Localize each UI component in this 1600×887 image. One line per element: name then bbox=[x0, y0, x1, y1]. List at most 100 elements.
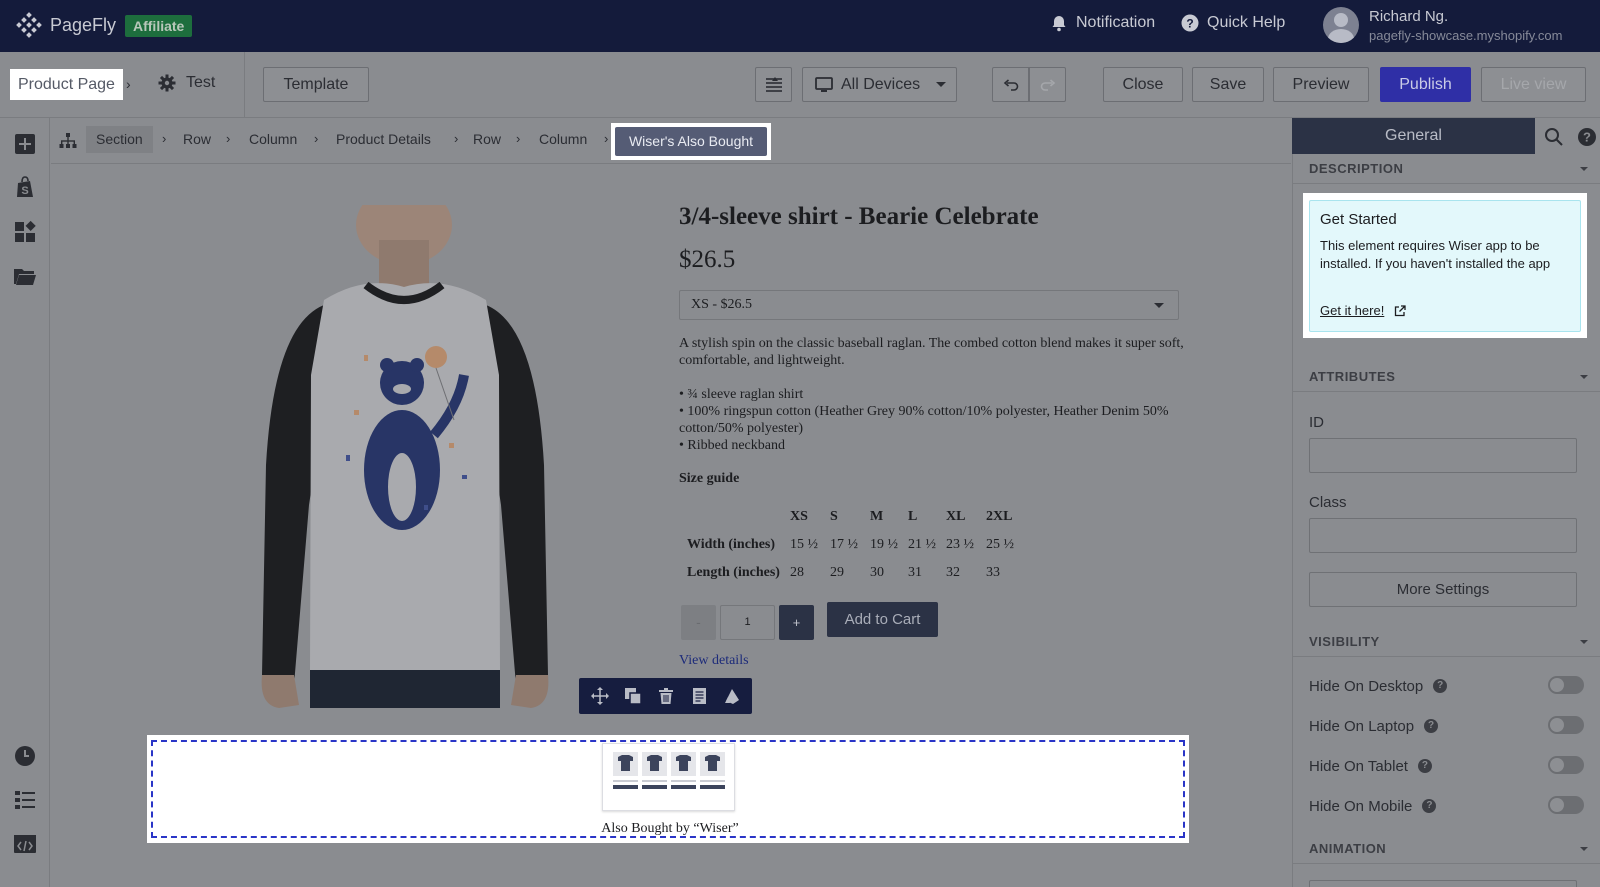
preview-button[interactable]: Preview bbox=[1273, 67, 1369, 102]
template-button[interactable]: Template bbox=[263, 67, 369, 102]
breadcrumb-item-product-details[interactable]: Product Details bbox=[336, 131, 431, 147]
hide-on-desktop-toggle[interactable] bbox=[1548, 676, 1584, 694]
hide-on-mobile-toggle[interactable] bbox=[1548, 796, 1584, 814]
table-cell: 25 ½ bbox=[986, 537, 1014, 552]
breadcrumb-item-row[interactable]: Row bbox=[183, 131, 211, 147]
size-guide-table[interactable]: XS S M L XL 2XL Width (inches) 15 ½ 17 ½… bbox=[681, 503, 1021, 587]
live-view-button[interactable]: Live view bbox=[1481, 67, 1586, 102]
animation-select[interactable] bbox=[1309, 880, 1577, 887]
device-select[interactable]: All Devices bbox=[802, 67, 957, 102]
chevron-right-icon: › bbox=[226, 131, 231, 146]
shopify-icon[interactable]: S bbox=[13, 176, 37, 200]
breadcrumb-item-section[interactable]: Section bbox=[86, 126, 153, 153]
text-align-icon bbox=[765, 76, 782, 92]
bullet-item: • Ribbed neckband bbox=[679, 438, 785, 453]
move-button[interactable] bbox=[590, 686, 610, 706]
undo-button[interactable] bbox=[992, 67, 1029, 102]
style-button[interactable] bbox=[722, 686, 742, 706]
publish-button[interactable]: Publish bbox=[1380, 67, 1471, 102]
table-cell: 32 bbox=[946, 565, 960, 580]
tab-general[interactable]: General bbox=[1292, 118, 1535, 154]
avatar[interactable] bbox=[1323, 7, 1359, 43]
table-cell: 31 bbox=[908, 565, 922, 580]
affiliate-badge[interactable]: Affiliate bbox=[125, 15, 193, 37]
duplicate-icon bbox=[624, 688, 642, 705]
redo-icon bbox=[1040, 78, 1055, 91]
hide-on-desktop-label: Hide On Desktop bbox=[1309, 677, 1424, 695]
search-icon[interactable] bbox=[1544, 127, 1564, 147]
variant-select[interactable]: XS - $26.5 bbox=[679, 290, 1179, 320]
product-description[interactable]: A stylish spin on the classic baseball r… bbox=[679, 335, 1184, 369]
redo-button[interactable] bbox=[1029, 67, 1066, 102]
layers-list-icon[interactable] bbox=[13, 788, 37, 812]
product-title[interactable]: 3/4-sleeve shirt - Bearie Celebrate bbox=[679, 203, 1039, 231]
visibility-section-header[interactable]: VISIBILITY bbox=[1292, 627, 1600, 657]
table-cell: 21 ½ bbox=[908, 537, 936, 552]
page-type-chip[interactable]: Product Page bbox=[10, 69, 123, 100]
animation-section-header[interactable]: ANIMATION bbox=[1292, 834, 1600, 864]
code-editor-icon[interactable] bbox=[13, 832, 37, 856]
quantity-input[interactable]: 1 bbox=[720, 605, 775, 640]
brand-name: PageFly bbox=[50, 14, 117, 35]
breadcrumb-item-row-2[interactable]: Row bbox=[473, 131, 501, 147]
table-header-cell: XS bbox=[790, 509, 808, 524]
get-started-notice: Get Started This element requires Wiser … bbox=[1309, 200, 1581, 332]
hide-on-tablet-toggle[interactable] bbox=[1548, 756, 1584, 774]
add-to-cart-button[interactable]: Add to Cart bbox=[827, 602, 938, 637]
more-settings-button[interactable]: More Settings bbox=[1309, 572, 1577, 607]
description-section-header[interactable]: DESCRIPTION bbox=[1292, 154, 1600, 184]
id-field[interactable] bbox=[1309, 438, 1577, 473]
product-price[interactable]: $26.5 bbox=[679, 246, 735, 274]
apps-grid-icon[interactable] bbox=[13, 220, 37, 244]
help-icon[interactable]: ? bbox=[1433, 679, 1448, 693]
breadcrumb-item-column-2[interactable]: Column bbox=[539, 131, 587, 147]
duplicate-button[interactable] bbox=[623, 686, 643, 706]
top-bar: PageFly Affiliate Notification ? Quick H… bbox=[0, 0, 1600, 52]
add-element-icon[interactable] bbox=[13, 132, 37, 156]
help-icon[interactable]: ? bbox=[1424, 719, 1439, 733]
get-started-text: This element requires Wiser app to be in… bbox=[1320, 238, 1551, 271]
table-cell: 19 ½ bbox=[870, 537, 898, 552]
view-details-link[interactable]: View details bbox=[679, 653, 749, 669]
quantity-decrease-button[interactable]: - bbox=[681, 605, 716, 640]
attributes-section-header[interactable]: ATTRIBUTES bbox=[1292, 362, 1600, 392]
save-button[interactable]: Save bbox=[1192, 67, 1264, 102]
product-image[interactable] bbox=[254, 205, 556, 708]
help-icon[interactable]: ? bbox=[1417, 759, 1432, 773]
hide-on-laptop-label: Hide On Laptop bbox=[1309, 717, 1415, 735]
get-it-here-link[interactable]: Get it here! bbox=[1320, 303, 1406, 318]
close-button[interactable]: Close bbox=[1103, 67, 1183, 102]
table-row: Width (inches) 15 ½ 17 ½ 19 ½ 21 ½ 23 ½ … bbox=[681, 531, 1021, 559]
table-cell: 15 ½ bbox=[790, 537, 818, 552]
page-settings-button[interactable]: Test bbox=[158, 74, 215, 92]
class-field[interactable] bbox=[1309, 518, 1577, 553]
save-as-section-button[interactable] bbox=[689, 686, 709, 706]
user-name[interactable]: Richard Ng. bbox=[1369, 8, 1448, 25]
notification-button[interactable]: Notification bbox=[1050, 14, 1155, 32]
device-select-label: All Devices bbox=[841, 76, 921, 93]
quick-help-button[interactable]: ? Quick Help bbox=[1181, 14, 1285, 32]
wiser-caption: Also Bought by “Wiser” bbox=[601, 821, 739, 836]
help-icon[interactable]: ? bbox=[1577, 127, 1597, 147]
table-header-cell: XL bbox=[946, 509, 966, 524]
delete-button[interactable] bbox=[656, 686, 676, 706]
breadcrumb-item-column[interactable]: Column bbox=[249, 131, 297, 147]
product-bullets[interactable]: • ¾ sleeve raglan shirt • 100% ringspun … bbox=[679, 386, 1184, 454]
help-icon[interactable]: ? bbox=[1422, 799, 1437, 813]
animation-heading: ANIMATION bbox=[1309, 841, 1387, 856]
history-clock-icon[interactable] bbox=[13, 744, 37, 768]
chevron-right-icon: › bbox=[314, 131, 319, 146]
breadcrumb-item-wisers-also-bought[interactable]: Wiser's Also Bought bbox=[615, 127, 767, 156]
trash-icon bbox=[658, 688, 673, 704]
hide-on-laptop-toggle[interactable] bbox=[1548, 716, 1584, 734]
pagefly-logo[interactable]: PageFly bbox=[16, 12, 116, 38]
variant-select-value: XS - $26.5 bbox=[691, 297, 753, 312]
table-header-cell: 2XL bbox=[986, 509, 1013, 524]
page-name-label: Test bbox=[186, 74, 216, 91]
size-guide-heading[interactable]: Size guide bbox=[679, 471, 739, 487]
sitemap-icon[interactable] bbox=[59, 132, 77, 150]
quantity-increase-button[interactable]: + bbox=[779, 605, 814, 640]
hide-on-laptop-row: Hide On Laptop ? bbox=[1309, 716, 1584, 736]
outline-toggle-button[interactable] bbox=[755, 67, 792, 102]
folder-open-icon[interactable] bbox=[13, 264, 37, 288]
